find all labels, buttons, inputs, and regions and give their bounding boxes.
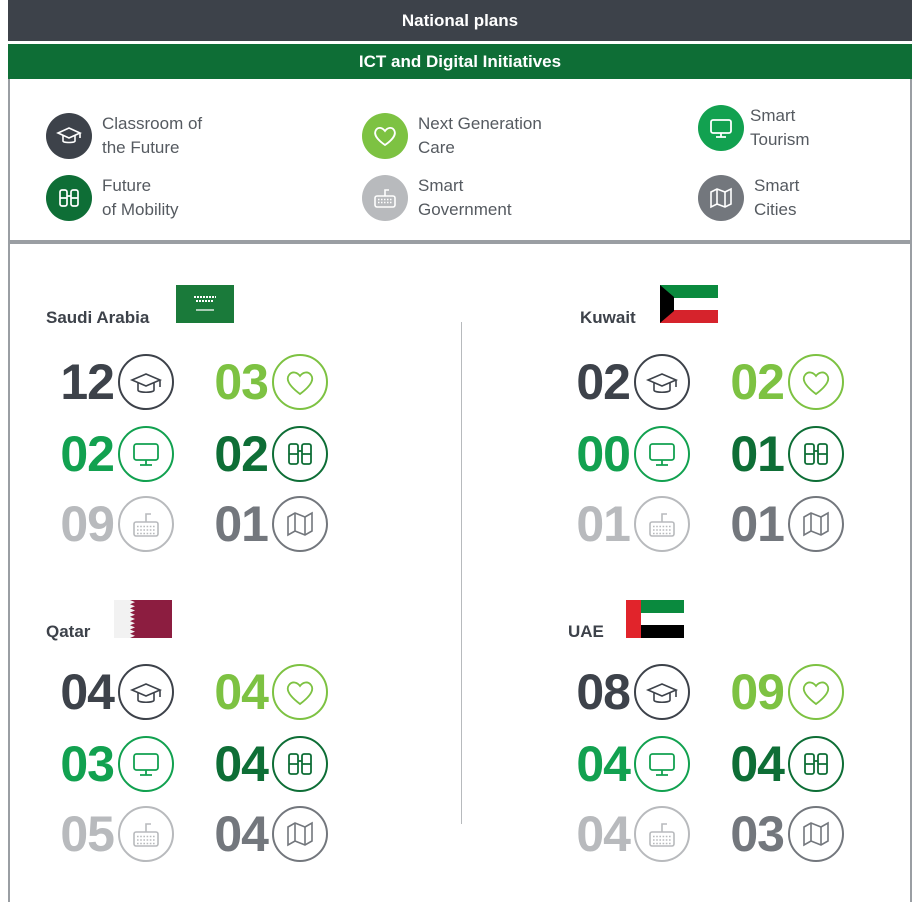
header-national-plans: National plans (8, 0, 912, 41)
qatar-cities-count: 04 (214, 806, 269, 862)
heart-icon (788, 354, 844, 410)
country-panel (8, 242, 912, 902)
map-icon (272, 806, 328, 862)
binoculars-icon (46, 175, 92, 221)
map-icon (698, 175, 744, 221)
country-label-uae: UAE (568, 622, 604, 641)
keyboard-icon (634, 806, 690, 862)
heart-icon (788, 664, 844, 720)
kuwait-row-3: 01 01 (558, 494, 844, 554)
kuwait-row-1: 02 02 (558, 352, 844, 412)
binoculars-icon (788, 426, 844, 482)
heart-icon (272, 664, 328, 720)
monitor-icon (634, 736, 690, 792)
qatar-row-1: 04 04 (42, 662, 328, 722)
saudi-arabia-row-1: 12 03 (42, 352, 328, 412)
kuwait-mobility-count: 01 (730, 426, 785, 482)
saudi-arabia-care-count: 03 (214, 354, 269, 410)
keyboard-icon (362, 175, 408, 221)
qatar-mobility-count: 04 (214, 736, 269, 792)
saudi-arabia-flag (176, 285, 234, 323)
binoculars-icon (272, 426, 328, 482)
uae-row-2: 04 04 (558, 734, 844, 794)
graduation-cap-icon (118, 354, 174, 410)
map-icon (272, 496, 328, 552)
qatar-care-count: 04 (214, 664, 269, 720)
uae-row-3: 04 03 (558, 804, 844, 864)
monitor-icon (634, 426, 690, 482)
saudi-arabia-government-count: 09 (60, 496, 115, 552)
kuwait-row-2: 00 01 (558, 424, 844, 484)
uae-mobility-count: 04 (730, 736, 785, 792)
saudi-arabia-row-2: 02 02 (42, 424, 328, 484)
keyboard-icon (118, 806, 174, 862)
qatar-government-count: 05 (60, 806, 115, 862)
country-label-saudi-arabia: Saudi Arabia (46, 308, 150, 327)
country-label-kuwait: Kuwait (580, 308, 636, 327)
country-label-qatar: Qatar (46, 622, 91, 641)
legend-item-tourism: Smart Tourism (698, 104, 870, 152)
uae-care-count: 09 (730, 664, 785, 720)
qatar-row-3: 05 04 (42, 804, 328, 864)
legend-item-classroom: Classroom of the Future (46, 112, 282, 160)
monitor-icon (118, 426, 174, 482)
map-icon (788, 496, 844, 552)
binoculars-icon (788, 736, 844, 792)
header-ict-initiatives: ICT and Digital Initiatives (8, 44, 912, 79)
saudi-arabia-classroom-count: 12 (60, 354, 115, 410)
uae-tourism-count: 04 (576, 736, 631, 792)
qatar-flag (114, 600, 172, 638)
graduation-cap-icon (634, 664, 690, 720)
binoculars-icon (272, 736, 328, 792)
saudi-arabia-row-3: 09 01 (42, 494, 328, 554)
heart-icon (272, 354, 328, 410)
map-icon (788, 806, 844, 862)
graduation-cap-icon (46, 113, 92, 159)
qatar-row-2: 03 04 (42, 734, 328, 794)
graduation-cap-icon (118, 664, 174, 720)
kuwait-flag (660, 285, 718, 323)
legend-item-mobility: Future of Mobility (46, 174, 282, 222)
legend-item-care: Next Generation Care (362, 112, 598, 160)
qatar-classroom-count: 04 (60, 664, 115, 720)
legend-item-cities: Smart Cities (698, 174, 874, 222)
kuwait-care-count: 02 (730, 354, 785, 410)
saudi-arabia-mobility-count: 02 (214, 426, 269, 482)
kuwait-tourism-count: 00 (576, 426, 631, 482)
monitor-icon (698, 105, 744, 151)
monitor-icon (118, 736, 174, 792)
keyboard-icon (634, 496, 690, 552)
uae-flag (626, 600, 684, 638)
saudi-arabia-tourism-count: 02 (60, 426, 115, 482)
uae-classroom-count: 08 (576, 664, 631, 720)
saudi-arabia-cities-count: 01 (214, 496, 269, 552)
divider (461, 322, 462, 824)
graduation-cap-icon (634, 354, 690, 410)
qatar-tourism-count: 03 (60, 736, 115, 792)
uae-cities-count: 03 (730, 806, 785, 862)
keyboard-icon (118, 496, 174, 552)
uae-government-count: 04 (576, 806, 631, 862)
heart-icon (362, 113, 408, 159)
kuwait-government-count: 01 (576, 496, 631, 552)
uae-row-1: 08 09 (558, 662, 844, 722)
kuwait-cities-count: 01 (730, 496, 785, 552)
kuwait-classroom-count: 02 (576, 354, 631, 410)
legend-item-government: Smart Government (362, 174, 598, 222)
